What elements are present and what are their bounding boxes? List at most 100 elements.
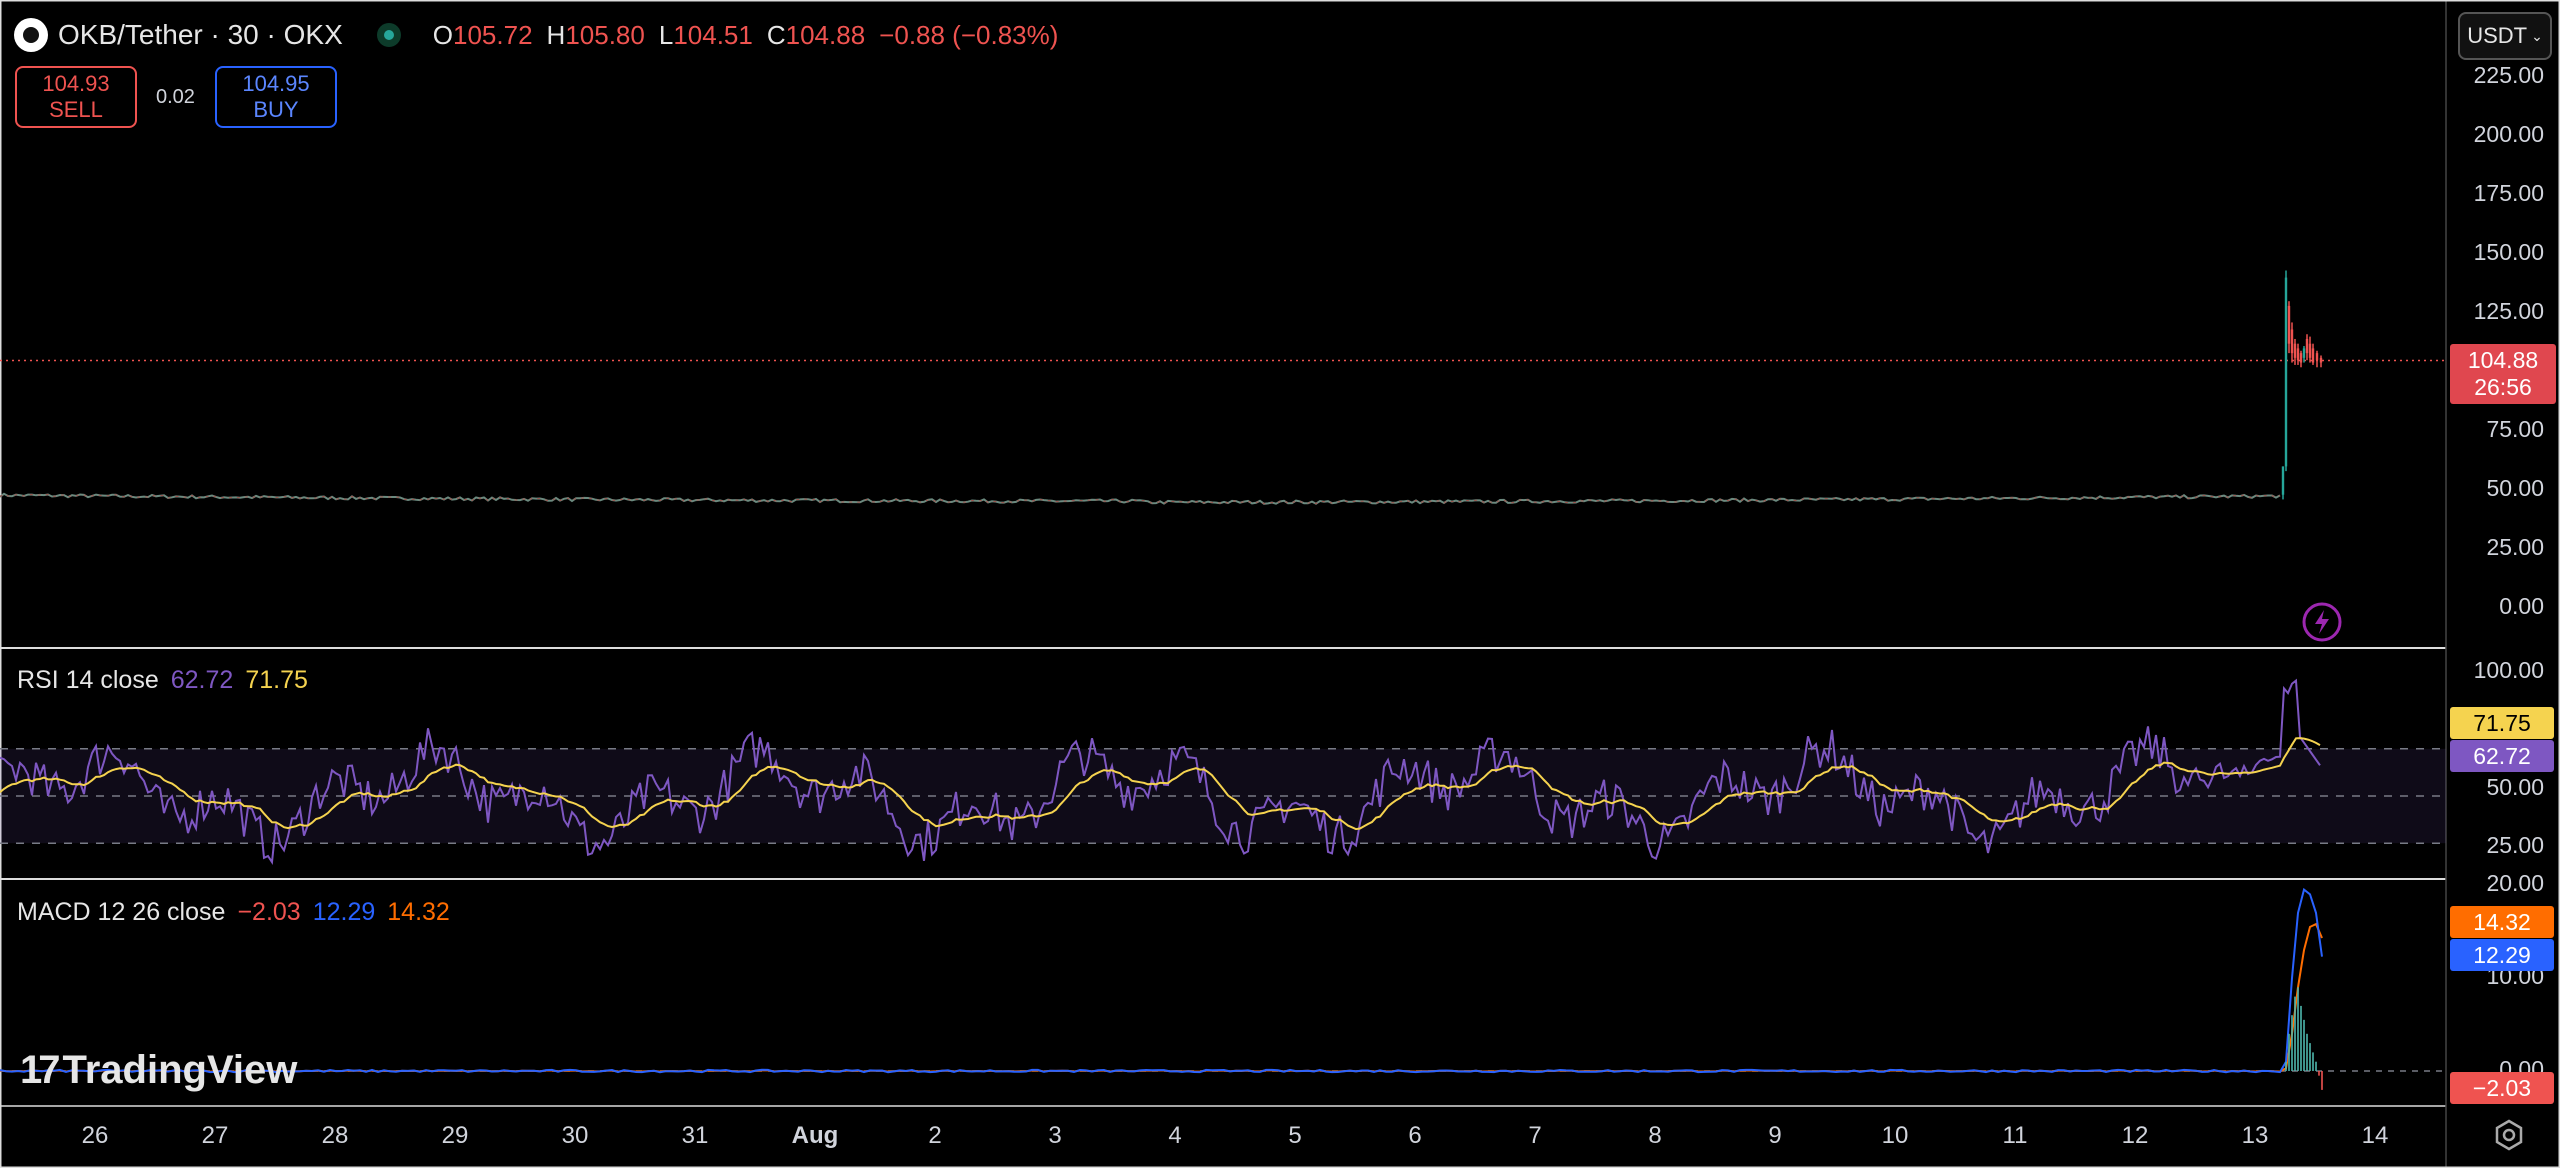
candle-body [2308, 343, 2312, 358]
price-tick: 75.00 [2486, 416, 2544, 442]
open-value: 105.72 [453, 19, 533, 50]
macd-histogram-bar [2312, 1052, 2314, 1071]
sell-label: SELL [49, 97, 103, 122]
rsi-value: 62.72 [170, 666, 234, 694]
candle-body [2284, 277, 2288, 467]
change-value: −0.88 (−0.83%) [879, 19, 1059, 50]
time-tick: 4 [1168, 1122, 1182, 1149]
macd-hist-tag: −2.03 [2450, 1072, 2554, 1104]
symbol-header: OKB/Tether · 30 · OKX O105.72 H105.80 L1… [14, 14, 1058, 56]
time-tick: 5 [1288, 1122, 1302, 1149]
macd-histogram-bar [2285, 1061, 2287, 1071]
rsi-tag: 62.72 [2450, 740, 2554, 772]
macd-tick: 20.00 [2486, 870, 2544, 896]
price-tick: 225.00 [2473, 62, 2544, 88]
time-tick: 9 [1768, 1122, 1782, 1149]
bar-countdown: 26:56 [2474, 374, 2532, 400]
buy-price: 104.95 [242, 71, 310, 96]
tradingview-logo[interactable]: 17 TradingView [20, 1048, 297, 1093]
price-tick: 200.00 [2473, 121, 2544, 147]
buy-button[interactable]: 104.95 BUY [215, 66, 337, 128]
price-tick: 25.00 [2486, 534, 2544, 560]
price-series [0, 492, 2281, 505]
rsi-tick: 100.00 [2473, 657, 2544, 683]
time-tick: 29 [441, 1122, 469, 1149]
price-tick: 50.00 [2486, 475, 2544, 501]
macd-hist-value: −2.03 [237, 898, 301, 926]
market-open-icon [376, 23, 401, 47]
time-tick: 14 [2361, 1122, 2389, 1149]
rsi-tick: 25.00 [2486, 832, 2544, 858]
currency-label: USDT [2467, 23, 2528, 48]
settings-gear-icon[interactable] [2492, 1118, 2526, 1152]
macd-histogram-bar [2291, 1015, 2293, 1071]
sell-price: 104.93 [42, 71, 110, 96]
high-value: 105.80 [565, 19, 645, 50]
macd-histogram-bar [2306, 1033, 2308, 1071]
rsi-ma-tag: 71.75 [2450, 707, 2554, 739]
macd-legend[interactable]: MACD 12 26 close −2.03 12.29 14.32 [17, 898, 450, 927]
candle-body [2302, 348, 2306, 358]
macd-signal-value: 14.32 [387, 898, 450, 926]
macd-tag: 12.29 [2450, 939, 2554, 971]
time-tick: 6 [1408, 1122, 1422, 1149]
time-tick: 31 [681, 1122, 709, 1149]
candle-body [2290, 329, 2294, 354]
time-tick: 28 [321, 1122, 349, 1149]
time-tick: 2 [928, 1122, 942, 1149]
time-tick: 3 [1048, 1122, 1062, 1149]
macd-histogram-bar [2321, 1071, 2323, 1090]
chevron-down-icon: ⌄ [2531, 27, 2543, 44]
rsi-tick: 50.00 [2486, 774, 2544, 800]
time-tick: 10 [1881, 1122, 1909, 1149]
lightning-icon[interactable] [2302, 602, 2342, 642]
frame [0, 0, 2560, 1168]
price-tick: 125.00 [2473, 298, 2544, 324]
candle-body [2319, 357, 2323, 363]
macd-histogram-bar [2300, 1005, 2302, 1071]
macd-title: MACD 12 26 close [17, 898, 226, 926]
okb-logo-icon [14, 18, 48, 52]
tradingview-logo-icon: 17 [20, 1048, 60, 1092]
price-tick: 175.00 [2473, 180, 2544, 206]
rsi-title: RSI 14 close [17, 666, 159, 694]
candle-body [2293, 343, 2297, 358]
time-tick: 27 [201, 1122, 229, 1149]
candle-body [2287, 305, 2291, 344]
time-tick: 26 [81, 1122, 109, 1149]
macd-histogram-bar [2309, 1043, 2311, 1071]
price-tick: 150.00 [2473, 239, 2544, 265]
last-price-tag: 104.88 26:56 [2450, 344, 2556, 404]
price-tick: 0.00 [2499, 593, 2544, 619]
macd-histogram-bar [2288, 1033, 2290, 1071]
macd-histogram-bar [2303, 1019, 2305, 1071]
candle-body [2315, 353, 2319, 361]
chart-canvas[interactable] [0, 0, 2560, 1168]
macd-signal-tag: 14.32 [2450, 906, 2554, 938]
time-tick: 13 [2241, 1122, 2269, 1149]
macd-histogram-bar [2318, 1071, 2320, 1076]
rsi-legend[interactable]: RSI 14 close 62.72 71.75 [17, 666, 308, 695]
currency-dropdown[interactable]: USDT ⌄ [2458, 12, 2552, 60]
time-tick: 12 [2121, 1122, 2149, 1149]
last-price: 104.88 [2467, 347, 2539, 373]
buy-label: BUY [253, 97, 299, 122]
symbol-title[interactable]: OKB/Tether · 30 · OKX [58, 19, 343, 51]
candle-body [2296, 348, 2300, 361]
low-value: 104.51 [673, 19, 753, 50]
rsi-ma-value: 71.75 [245, 666, 308, 694]
macd-histogram-bar [2297, 987, 2299, 1071]
macd-value: 12.29 [312, 898, 376, 926]
sell-button[interactable]: 104.93 SELL [15, 66, 137, 128]
macd-signal-line [0, 922, 2323, 1073]
time-tick: Aug [791, 1122, 839, 1149]
time-tick: 8 [1648, 1122, 1662, 1149]
time-tick: 11 [2002, 1122, 2028, 1149]
candle-body [2311, 348, 2315, 363]
macd-histogram-bar [2294, 996, 2296, 1071]
time-tick: 7 [1528, 1122, 1542, 1149]
tradingview-wordmark: TradingView [62, 1048, 298, 1092]
candle-body [2299, 353, 2303, 363]
spread-value: 0.02 [156, 86, 195, 108]
candle-body [2305, 338, 2309, 354]
